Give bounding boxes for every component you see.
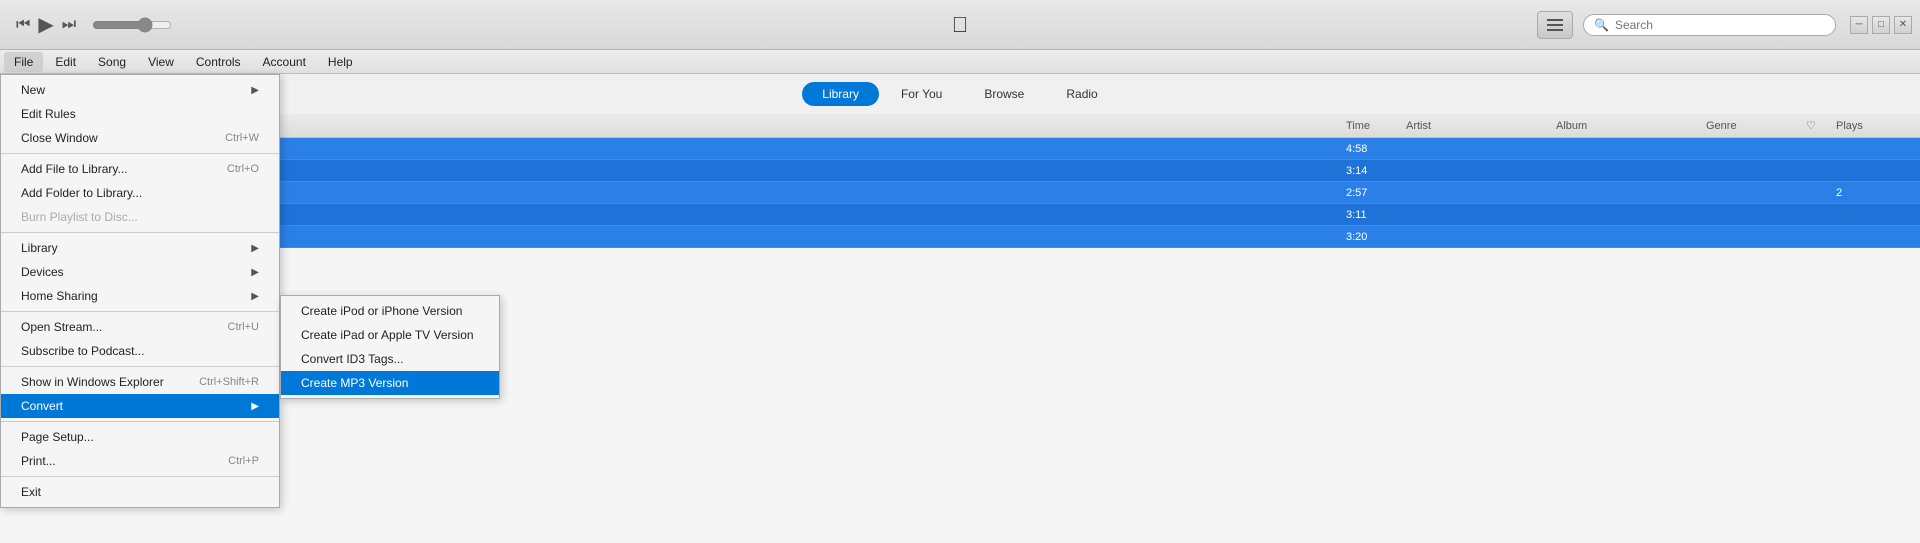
play-button[interactable]: ▶	[38, 12, 53, 37]
cell-time: 4:58	[1342, 143, 1402, 155]
menu-icon	[1547, 29, 1563, 31]
separator	[1, 311, 279, 312]
volume-slider[interactable]	[92, 17, 172, 33]
menu-subscribe-podcast[interactable]: Subscribe to Podcast...	[1, 339, 279, 363]
separator	[1, 421, 279, 422]
menu-item-edit[interactable]: Edit	[45, 52, 86, 72]
submenu-arrow: ▶	[251, 243, 259, 254]
col-header-time[interactable]: Time	[1342, 120, 1402, 132]
menu-close-window[interactable]: Close Window Ctrl+W	[1, 126, 279, 150]
col-header-artist[interactable]: Artist	[1402, 120, 1552, 132]
title-bar: ⏮ ▶ ⏭  🔍 ─ □ ✕	[0, 0, 1920, 50]
menu-open-stream[interactable]: Open Stream... Ctrl+U	[1, 315, 279, 339]
tab-library[interactable]: Library	[802, 82, 879, 106]
menu-show-explorer[interactable]: Show in Windows Explorer Ctrl+Shift+R	[1, 370, 279, 394]
submenu-ipod-iphone[interactable]: Create iPod or iPhone Version	[281, 299, 499, 323]
menu-edit-rules[interactable]: Edit Rules	[1, 102, 279, 126]
maximize-button[interactable]: □	[1872, 16, 1890, 34]
tab-for-you[interactable]: For You	[881, 82, 962, 106]
table-body: 4:58 3:14 2:57	[0, 138, 1920, 248]
menu-page-setup[interactable]: Page Setup...	[1, 425, 279, 449]
menu-item-file[interactable]: File	[4, 52, 43, 72]
menu-print[interactable]: Print... Ctrl+P	[1, 449, 279, 473]
col-header-genre[interactable]: Genre	[1702, 120, 1802, 132]
col-header-album[interactable]: Album	[1552, 120, 1702, 132]
table-row[interactable]: 3:20	[0, 226, 1920, 248]
separator	[1, 232, 279, 233]
col-header-heart[interactable]: ♡	[1802, 119, 1832, 132]
menu-exit[interactable]: Exit	[1, 480, 279, 504]
separator	[1, 476, 279, 477]
menu-home-sharing[interactable]: Home Sharing ▶	[1, 284, 279, 308]
cell-time: 3:14	[1342, 165, 1402, 177]
search-icon: 🔍	[1594, 18, 1609, 32]
search-box[interactable]: 🔍	[1583, 14, 1836, 36]
menu-convert[interactable]: Convert ▶	[1, 394, 279, 418]
transport-controls: ⏮ ▶ ⏭	[0, 12, 188, 37]
menu-add-folder[interactable]: Add Folder to Library...	[1, 181, 279, 205]
cell-time: 3:11	[1342, 209, 1402, 221]
menu-burn-playlist: Burn Playlist to Disc...	[1, 205, 279, 229]
cell-plays: 2	[1832, 187, 1912, 199]
menu-button[interactable]	[1537, 11, 1573, 39]
submenu-arrow: ▶	[251, 291, 259, 302]
menu-item-help[interactable]: Help	[318, 52, 363, 72]
submenu-ipad-tv[interactable]: Create iPad or Apple TV Version	[281, 323, 499, 347]
title-bar-right: 🔍 ─ □ ✕	[1537, 11, 1920, 39]
cell-time: 2:57	[1342, 187, 1402, 199]
menu-icon	[1547, 19, 1563, 21]
file-dropdown: New ▶ Edit Rules Close Window Ctrl+W Add…	[0, 74, 280, 508]
menu-library[interactable]: Library ▶	[1, 236, 279, 260]
submenu-convert-id3[interactable]: Convert ID3 Tags...	[281, 347, 499, 371]
search-input[interactable]	[1615, 18, 1825, 32]
menu-icon	[1547, 24, 1563, 26]
submenu-arrow: ▶	[251, 85, 259, 96]
convert-submenu: Create iPod or iPhone Version Create iPa…	[280, 295, 500, 399]
table-row[interactable]: 3:11	[0, 204, 1920, 226]
cell-time: 3:20	[1342, 231, 1402, 243]
tab-browse[interactable]: Browse	[964, 82, 1044, 106]
table-row[interactable]: 3:14	[0, 160, 1920, 182]
table-header: Time Artist Album Genre ♡ Plays	[0, 114, 1920, 138]
col-header-plays[interactable]: Plays	[1832, 120, 1912, 132]
separator	[1, 366, 279, 367]
menu-item-song[interactable]: Song	[88, 52, 136, 72]
menu-item-view[interactable]: View	[138, 52, 184, 72]
apple-logo: 	[952, 12, 969, 38]
menu-bar: File Edit Song View Controls Account Hel…	[0, 50, 1920, 74]
separator	[1, 153, 279, 154]
table-row[interactable]: 4:58	[0, 138, 1920, 160]
menu-new[interactable]: New ▶	[1, 78, 279, 102]
menu-devices[interactable]: Devices ▶	[1, 260, 279, 284]
submenu-arrow: ▶	[251, 401, 259, 412]
tab-radio[interactable]: Radio	[1046, 82, 1117, 106]
window-controls: ─ □ ✕	[1846, 16, 1912, 34]
menu-item-controls[interactable]: Controls	[186, 52, 251, 72]
close-button[interactable]: ✕	[1894, 16, 1912, 34]
rewind-button[interactable]: ⏮	[16, 16, 30, 34]
menu-item-account[interactable]: Account	[253, 52, 316, 72]
minimize-button[interactable]: ─	[1850, 16, 1868, 34]
menu-add-file[interactable]: Add File to Library... Ctrl+O	[1, 157, 279, 181]
nav-tabs: Library For You Browse Radio	[0, 74, 1920, 114]
submenu-arrow: ▶	[251, 267, 259, 278]
submenu-create-mp3[interactable]: Create MP3 Version	[281, 371, 499, 395]
fastforward-button[interactable]: ⏭	[62, 16, 76, 34]
table-row[interactable]: 2:57 2	[0, 182, 1920, 204]
